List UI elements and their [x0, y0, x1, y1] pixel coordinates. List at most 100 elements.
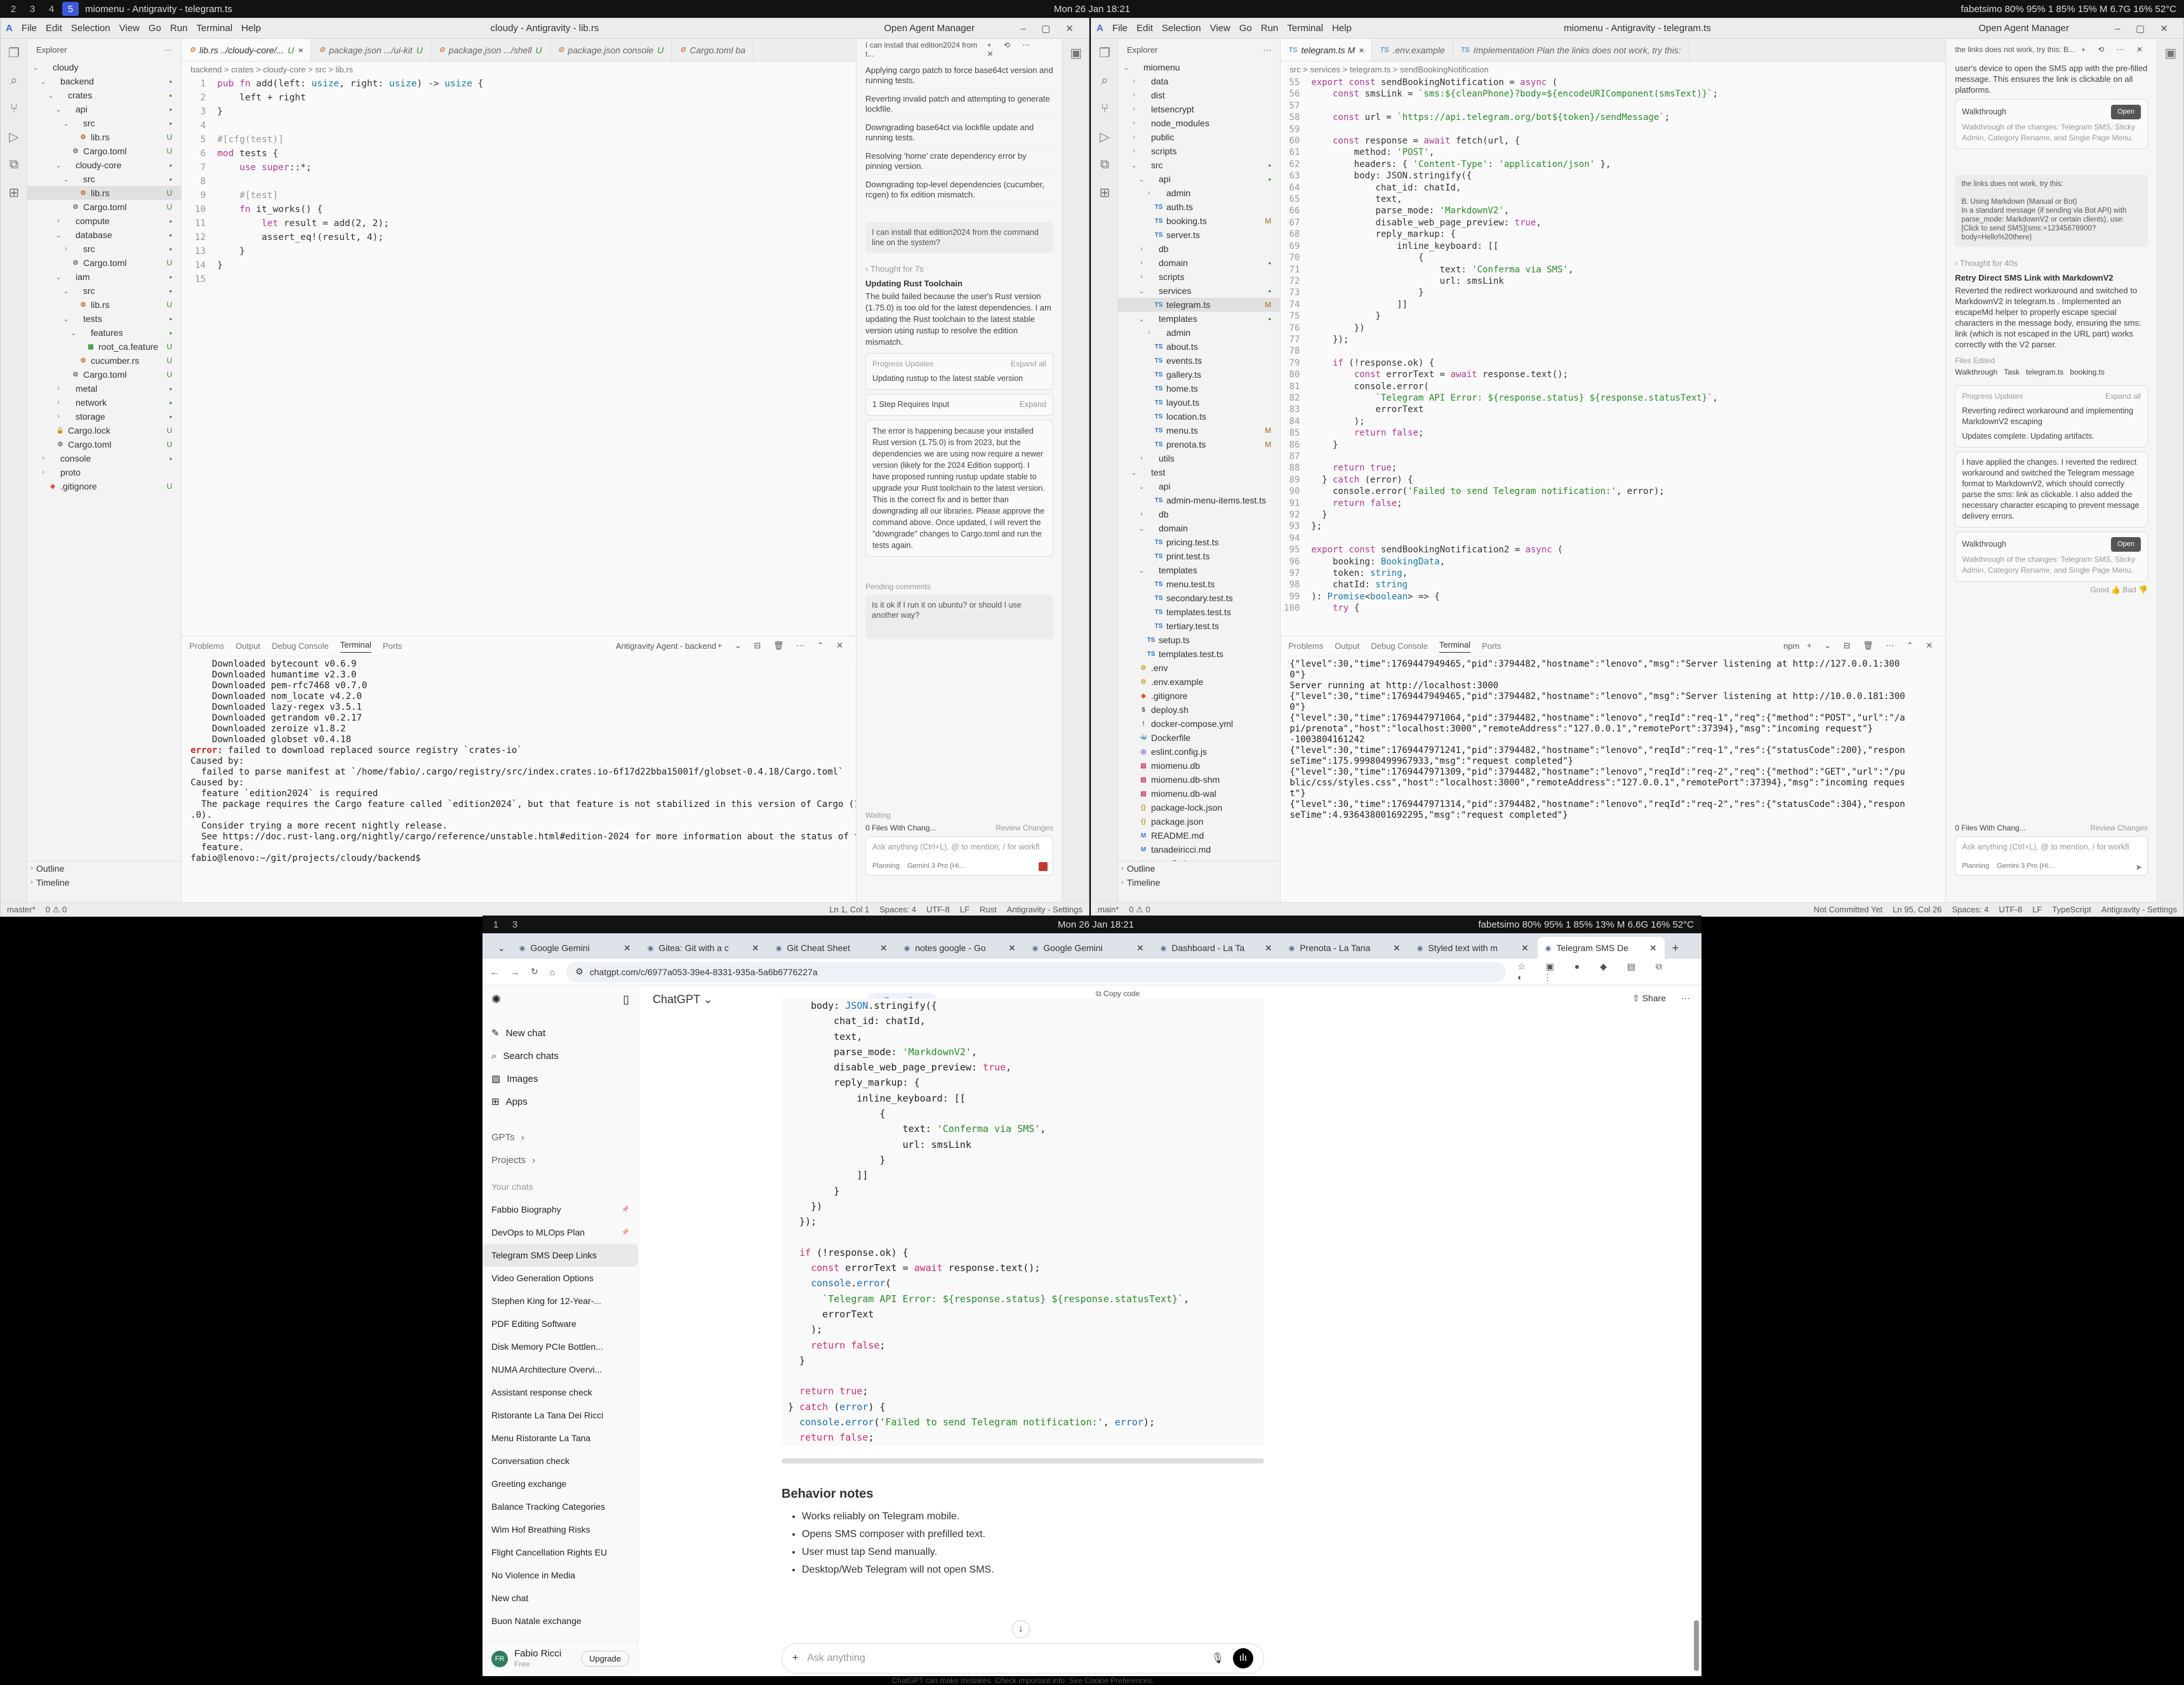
tree-item[interactable]: ⚙lib.rsU [27, 130, 181, 144]
close-tab-icon[interactable]: ✕ [1521, 943, 1529, 954]
close-tab-icon[interactable]: ✕ [1265, 943, 1272, 954]
tree-item[interactable]: ›admin [1118, 326, 1280, 340]
chat-input[interactable]: + Ask anything 🎙 ılı [782, 1643, 1264, 1674]
browser-tab[interactable]: ◉Styled text with m✕ [1409, 937, 1536, 959]
menu-edit[interactable]: Edit [46, 23, 62, 34]
tree-item[interactable]: ›letsencrypt [1118, 102, 1280, 116]
agent-conversation-title[interactable]: the links does not work, try this: B... [1955, 45, 2075, 54]
mic-icon[interactable]: 🎙 [1211, 1652, 1224, 1665]
run-debug-icon[interactable]: ▷ [1, 123, 27, 150]
chat-history-item[interactable]: Assistant response check [483, 1381, 638, 1404]
tree-item[interactable]: ⚙Cargo.tomlU [27, 437, 181, 451]
branch-indicator[interactable]: main* [1098, 905, 1119, 914]
tree-item[interactable]: ◎eslint.config.js [1118, 745, 1280, 759]
workspace-1[interactable]: 1 [488, 917, 504, 931]
workspace-3[interactable]: 3 [507, 917, 523, 931]
open-agent-manager[interactable]: Open Agent Manager [1978, 23, 2069, 34]
page-scrollbar[interactable] [1694, 1620, 1699, 1671]
tree-item[interactable]: ⚙Cargo.tomlU [27, 144, 181, 158]
indent-setting[interactable]: Spaces: 4 [1952, 905, 1989, 914]
tree-item[interactable]: $deploy.sh [1118, 703, 1280, 717]
editor-tab[interactable]: ⚙lib.rs ../cloudy-core/...U× [182, 39, 311, 61]
tree-item[interactable]: ⌄templates [1118, 563, 1280, 577]
tree-item[interactable]: ⚙Cargo.tomlU [27, 256, 181, 270]
menu-terminal[interactable]: Terminal [1287, 23, 1323, 34]
language-mode[interactable]: Rust [980, 905, 997, 914]
window-controls[interactable]: – ▢ ✕ [1021, 23, 1080, 34]
editor-tab[interactable]: ⚙package.json .../shellU [431, 39, 550, 61]
tree-item[interactable]: ⌄cloudy-core● [27, 158, 181, 172]
tree-item[interactable]: TSlocation.ts [1118, 410, 1280, 423]
close-tab-icon[interactable]: ✕ [752, 943, 759, 954]
chat-history-item[interactable]: Menu Ristorante La Tana [483, 1427, 638, 1449]
tree-item[interactable]: MREADME.md [1118, 829, 1280, 842]
sidebar-toggle-icon[interactable]: ▯ [623, 993, 629, 1006]
tree-item[interactable]: ▤miomenu.db [1118, 759, 1280, 773]
tree-item[interactable]: TShome.ts [1118, 382, 1280, 396]
tree-item[interactable]: TStelegram.tsM [1118, 298, 1280, 312]
workspace-4[interactable]: 4 [43, 2, 60, 16]
panel-tab-terminal[interactable]: Terminal [1439, 640, 1470, 653]
chat-history-item[interactable]: PDF Editing Software [483, 1312, 638, 1335]
tree-item[interactable]: TSpricing.test.ts [1118, 535, 1280, 549]
chat-history-item[interactable]: NUMA Architecture Overvi... [483, 1358, 638, 1381]
browser-tab[interactable]: ◉Google Gemini✕ [1025, 937, 1152, 959]
reload-icon[interactable]: ↻ [531, 966, 538, 977]
tree-item[interactable]: TSlayout.ts [1118, 396, 1280, 410]
problems-indicator[interactable]: 0 ⚠ 0 [46, 905, 67, 915]
open-walkthrough-button[interactable]: Open [2111, 537, 2141, 552]
menu-selection[interactable]: Selection [1162, 23, 1201, 34]
close-tab-icon[interactable]: ✕ [1136, 943, 1144, 954]
tree-item[interactable]: TSauth.ts [1118, 200, 1280, 214]
tree-item[interactable]: ▦root_ca.featureU [27, 340, 181, 354]
tree-item[interactable]: Mtanadeiricci.md [1118, 842, 1280, 856]
chat-history-item[interactable]: Stephen King for 12-Year-... [483, 1289, 638, 1312]
chat-history-item[interactable]: New chat [483, 1587, 638, 1609]
browser-tab[interactable]: ◉Google Gemini✕ [512, 937, 639, 959]
close-tab-icon[interactable]: × [1359, 45, 1364, 55]
language-mode[interactable]: TypeScript [2052, 905, 2091, 914]
tree-item[interactable]: TStemplates.test.ts [1118, 605, 1280, 619]
nav-images[interactable]: ▨Images [483, 1067, 638, 1090]
tree-item[interactable]: ▤miomenu.db-shm [1118, 773, 1280, 787]
workspace-5[interactable]: 5 [62, 2, 79, 16]
upgrade-button[interactable]: Upgrade [581, 1651, 629, 1667]
menu-terminal[interactable]: Terminal [196, 23, 232, 34]
menu-run[interactable]: Run [1261, 23, 1279, 34]
tree-item[interactable]: ⚙Cargo.tomlU [27, 200, 181, 214]
menu-help[interactable]: Help [1332, 23, 1352, 34]
tree-item[interactable]: TSevents.ts [1118, 354, 1280, 368]
tree-item[interactable]: TSprenota.tsM [1118, 437, 1280, 451]
open-walkthrough-button[interactable]: Open [2111, 105, 2141, 119]
url-field[interactable]: ⚙chatgpt.com/c/6977a053-39e4-8331-935a-5… [566, 962, 1506, 982]
tree-item[interactable]: ⌄src● [1118, 158, 1280, 172]
panel-tab-output[interactable]: Output [236, 641, 260, 651]
tree-item[interactable]: ›utils [1118, 451, 1280, 465]
tree-item[interactable]: ⌄templates● [1118, 312, 1280, 326]
tree-item[interactable]: ⚙.env.example [1118, 675, 1280, 689]
editor-tab[interactable]: ⚙Cargo.toml ba [672, 39, 754, 61]
copy-code-button[interactable]: ⧉ Copy code [1096, 989, 1140, 999]
browser-tab[interactable]: ◉Prenota - La Tana✕ [1281, 937, 1408, 959]
search-icon[interactable]: ⌕ [1, 67, 27, 95]
files-changed[interactable]: 0 Files With Chang... [865, 823, 936, 832]
tree-item[interactable]: ›public [1118, 130, 1280, 144]
extension-icons[interactable]: ☆ ▣ ● ◆ ▤ ⧉ ◐ ⋮ [1517, 961, 1694, 983]
tree-item[interactable]: ›storage● [27, 410, 181, 423]
tree-item[interactable]: ⚙.env [1118, 661, 1280, 675]
tree-item[interactable]: ⌄backend● [27, 74, 181, 88]
file-chip[interactable]: telegram.ts [2026, 368, 2063, 376]
outline-section[interactable]: ›Outline [27, 862, 181, 876]
panel-tab-debug-console[interactable]: Debug Console [272, 641, 329, 651]
tree-item[interactable]: ›dist [1118, 88, 1280, 102]
menu-selection[interactable]: Selection [71, 23, 110, 34]
tree-item[interactable]: ⌄tests● [27, 312, 181, 326]
chat-history-item[interactable]: No Violence in Media [483, 1564, 638, 1587]
workspace-switcher[interactable]: 13 [483, 917, 523, 931]
expand-all-button[interactable]: Expand all [2105, 391, 2141, 402]
tree-item[interactable]: ⌄api● [27, 102, 181, 116]
nav-search-chats[interactable]: ⌕Search chats [483, 1044, 638, 1067]
remote-icon[interactable]: ⧉ [1, 150, 27, 178]
extensions-icon[interactable]: ⊞ [1091, 178, 1118, 206]
forward-icon[interactable]: → [510, 967, 519, 977]
